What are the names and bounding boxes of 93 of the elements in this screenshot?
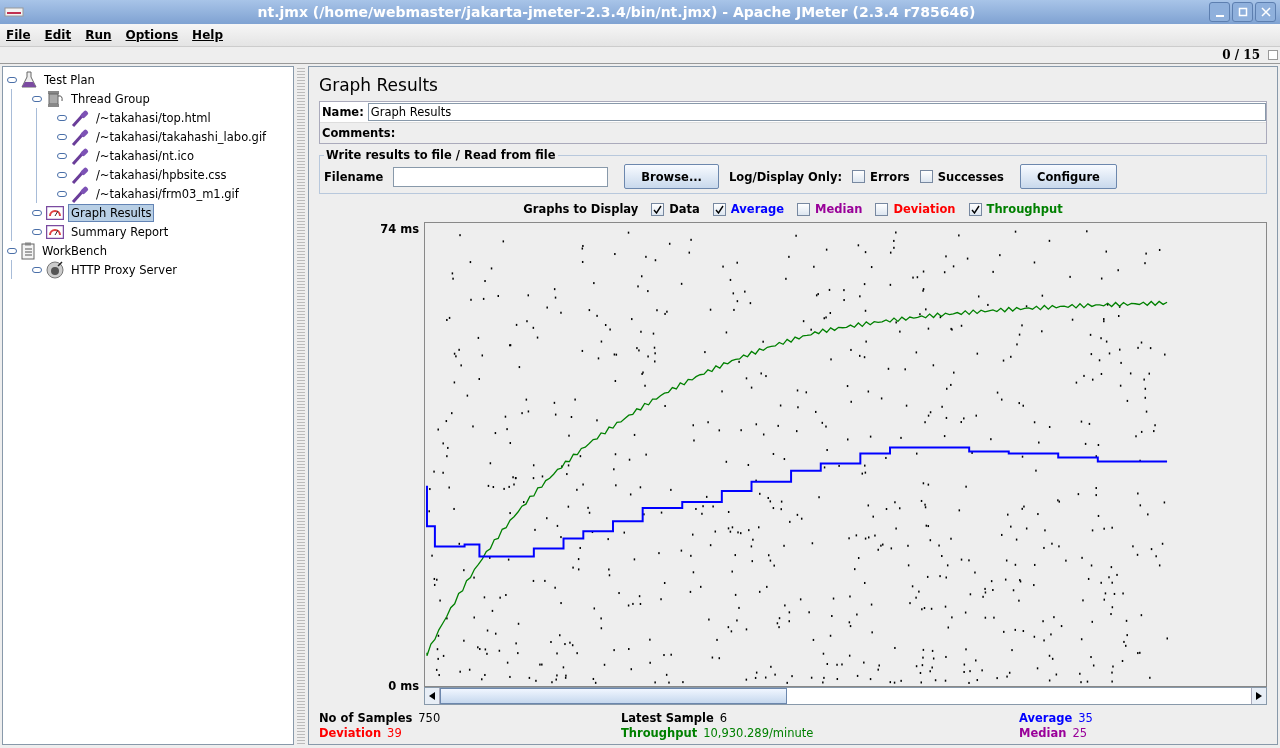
graphs-label: Graphs to Display <box>523 202 639 216</box>
menu-item[interactable]: Run <box>85 28 112 42</box>
browse-button[interactable]: Browse... <box>624 164 719 189</box>
stat-label: Latest Sample <box>621 711 714 725</box>
tree-handle-icon[interactable] <box>57 171 67 178</box>
menu-item[interactable]: File <box>6 28 31 42</box>
maximize-button[interactable] <box>1232 2 1253 22</box>
tree-item[interactable]: /~takahasi/takahashi_labo.gif <box>93 127 270 146</box>
pipette-icon <box>71 184 89 203</box>
filename-field[interactable] <box>393 166 609 187</box>
stat-label: Average <box>1019 711 1073 725</box>
group-legend: Write results to file / Read from file <box>324 148 558 162</box>
gauge-icon <box>46 205 64 220</box>
stat-label: Deviation <box>319 726 382 740</box>
checkbox[interactable] <box>852 170 866 183</box>
pipette-icon <box>71 146 89 165</box>
configure-button[interactable]: Configure <box>1019 164 1117 189</box>
pipette-icon <box>71 165 89 184</box>
tree-handle-icon[interactable] <box>57 114 67 121</box>
comments-label: Comments: <box>322 126 396 140</box>
stat-value: 25 <box>1072 726 1087 740</box>
log-display-label: Log/Display Only: <box>729 169 843 184</box>
tree-item[interactable]: /~takahasi/top.html <box>93 108 214 127</box>
tree-item[interactable]: WorkBench <box>39 241 110 260</box>
tree-handle-icon[interactable] <box>32 266 42 273</box>
clipboard-icon <box>21 241 35 260</box>
stat-value: 750 <box>418 711 441 725</box>
close-icon <box>1260 7 1271 17</box>
pipette-icon <box>71 127 89 146</box>
tree-item[interactable]: Test Plan <box>41 70 98 89</box>
globe-icon <box>46 260 64 279</box>
tree-handle-icon[interactable] <box>32 209 42 216</box>
spool-icon <box>46 89 64 108</box>
right-triangle-icon <box>1256 692 1262 700</box>
stat-label: Throughput <box>621 726 698 740</box>
stat-label: No of Samples <box>319 711 413 725</box>
status-indicator-icon <box>1268 50 1278 60</box>
app-icon <box>4 7 24 17</box>
checkbox[interactable] <box>968 202 982 216</box>
checkbox[interactable] <box>919 170 933 183</box>
checkbox[interactable] <box>797 202 811 216</box>
name-label: Name: <box>322 105 364 119</box>
checkbox-label: Average <box>730 202 785 216</box>
y-axis-label: 74 ms <box>380 222 419 236</box>
tree-handle-icon[interactable] <box>32 95 42 102</box>
menu-item[interactable]: Edit <box>44 28 72 42</box>
tree-item[interactable]: Thread Group <box>68 89 153 108</box>
name-field[interactable]: Graph Results <box>367 103 1266 121</box>
tree-handle-icon[interactable] <box>57 190 67 197</box>
y-axis-label: 0 ms <box>388 679 419 693</box>
tree-item[interactable]: /~takahasi/frm03_m1.gif <box>93 184 242 203</box>
checkbox[interactable] <box>875 202 889 216</box>
gauge-icon <box>46 224 64 239</box>
checkbox[interactable] <box>651 202 665 216</box>
checkbox-label: Successes <box>937 169 1004 184</box>
menu-item[interactable]: Options <box>125 28 179 42</box>
window-title: nt.jmx (/home/webmaster/jakarta-jmeter-2.3.4/bin/nt.jmx) - Apache JMeter (2.3.4 r785646) <box>256 4 977 20</box>
thread-counter: 0 / 15 <box>1222 48 1260 62</box>
tree-handle-icon[interactable] <box>7 247 17 254</box>
checkbox-label: Deviation <box>893 202 956 216</box>
maximize-icon <box>1237 7 1248 17</box>
scroll-left-button[interactable] <box>425 688 440 704</box>
checkbox[interactable] <box>712 202 726 216</box>
close-button[interactable] <box>1255 2 1276 22</box>
minimize-icon <box>1214 15 1225 17</box>
menu-item[interactable]: Help <box>192 28 223 42</box>
horizontal-scrollbar[interactable] <box>424 687 1267 705</box>
stat-value: 6 <box>719 711 728 725</box>
checkbox-label: Errors <box>870 169 910 184</box>
minimize-button[interactable] <box>1209 2 1230 22</box>
left-triangle-icon <box>429 692 435 700</box>
stat-label: Median <box>1019 726 1067 740</box>
tree-handle-icon[interactable] <box>32 228 42 235</box>
scroll-right-button[interactable] <box>1251 688 1266 704</box>
tree-item[interactable]: /~takahasi/nt.ico <box>93 146 197 165</box>
flask-icon <box>21 70 37 89</box>
stat-value: 10,930.289/minute <box>703 726 814 740</box>
panel-title: Graph Results <box>319 75 439 95</box>
checkbox-label: Median <box>815 202 863 216</box>
tree-handle-icon[interactable] <box>57 133 67 140</box>
tree-item[interactable]: HTTP Proxy Server <box>68 260 180 279</box>
checkbox-label: Data <box>669 202 700 216</box>
filename-label: Filename <box>324 169 384 184</box>
pipette-icon <box>71 108 89 127</box>
scroll-thumb[interactable] <box>440 688 787 704</box>
tree-handle-icon[interactable] <box>57 152 67 159</box>
tree-item[interactable]: Summary Report <box>68 222 172 241</box>
stat-value: 35 <box>1078 711 1093 725</box>
tree-handle-icon[interactable] <box>7 76 17 83</box>
checkbox-label: Throughput <box>986 202 1063 216</box>
tree-item[interactable]: Graph Results <box>68 203 155 222</box>
stat-value: 39 <box>387 726 402 740</box>
tree-item[interactable]: /~takahasi/hpbsite.css <box>93 165 230 184</box>
